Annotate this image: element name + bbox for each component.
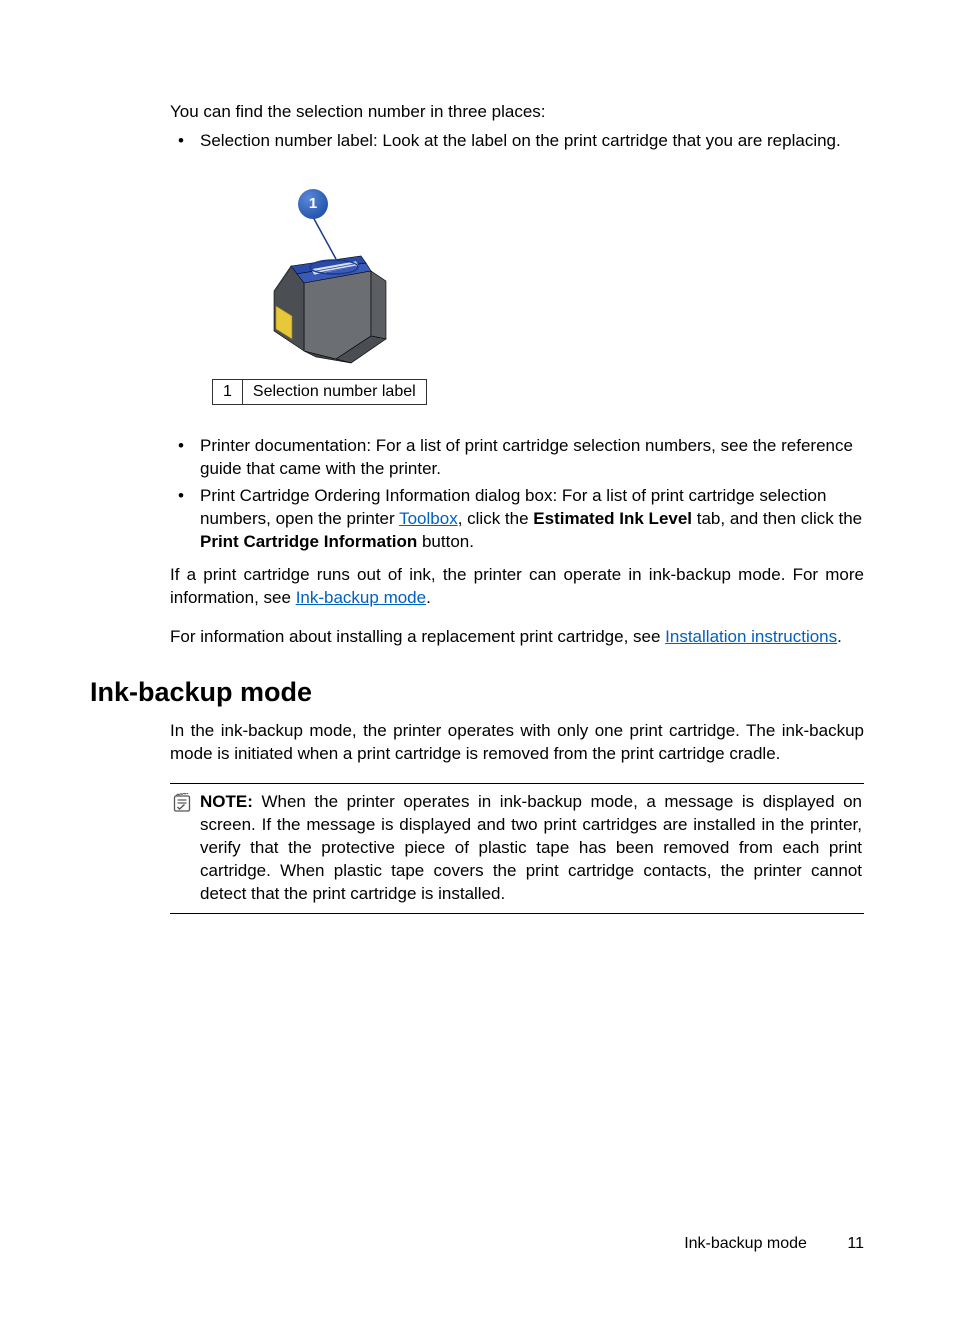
- page-footer: Ink-backup mode 11: [684, 1235, 864, 1253]
- note-icon: [172, 793, 192, 820]
- paragraph-mode-description: In the ink-backup mode, the printer oper…: [170, 720, 864, 766]
- paragraph-ink-backup-info: If a print cartridge runs out of ink, th…: [170, 564, 864, 610]
- note-label: NOTE:: [200, 792, 253, 811]
- bullet-item: Print Cartridge Ordering Information dia…: [200, 485, 864, 554]
- text-fragment: , click the: [458, 509, 534, 528]
- ink-backup-mode-link[interactable]: Ink-backup mode: [296, 588, 426, 607]
- note-box: NOTE: When the printer operates in ink-b…: [170, 783, 864, 914]
- bullet-list-top: Selection number label: Look at the labe…: [170, 130, 864, 153]
- note-text: NOTE: When the printer operates in ink-b…: [200, 791, 862, 906]
- ink-backup-mode-heading: Ink-backup mode: [90, 677, 864, 708]
- footer-section-title: Ink-backup mode: [684, 1235, 807, 1252]
- figure-wrapper: 1 1 Selection: [206, 181, 864, 405]
- intro-text: You can find the selection number in thr…: [170, 101, 864, 124]
- callout-number-badge: 1: [298, 189, 328, 219]
- installation-instructions-link[interactable]: Installation instructions: [665, 627, 837, 646]
- bullet-item: Selection number label: Look at the labe…: [200, 130, 864, 153]
- note-body: When the printer operates in ink-backup …: [200, 792, 862, 903]
- figure-legend-table: 1 Selection number label: [212, 379, 427, 405]
- bullet-list-mid: Printer documentation: For a list of pri…: [170, 435, 864, 554]
- text-fragment: For information about installing a repla…: [170, 627, 665, 646]
- legend-text: Selection number label: [242, 379, 426, 404]
- paragraph-install-info: For information about installing a repla…: [170, 626, 864, 649]
- text-fragment: .: [426, 588, 431, 607]
- bullet-item: Printer documentation: For a list of pri…: [200, 435, 864, 481]
- legend-number: 1: [213, 379, 243, 404]
- cartridge-figure: 1: [206, 181, 406, 373]
- text-fragment: .: [837, 627, 842, 646]
- toolbox-link[interactable]: Toolbox: [399, 509, 458, 528]
- text-fragment: tab, and then click the: [692, 509, 862, 528]
- estimated-ink-level-label: Estimated Ink Level: [533, 509, 692, 528]
- print-cartridge-info-label: Print Cartridge Information: [200, 532, 417, 551]
- text-fragment: If a print cartridge runs out of ink, th…: [170, 565, 864, 607]
- footer-page-number: 11: [847, 1235, 864, 1252]
- text-fragment: button.: [417, 532, 474, 551]
